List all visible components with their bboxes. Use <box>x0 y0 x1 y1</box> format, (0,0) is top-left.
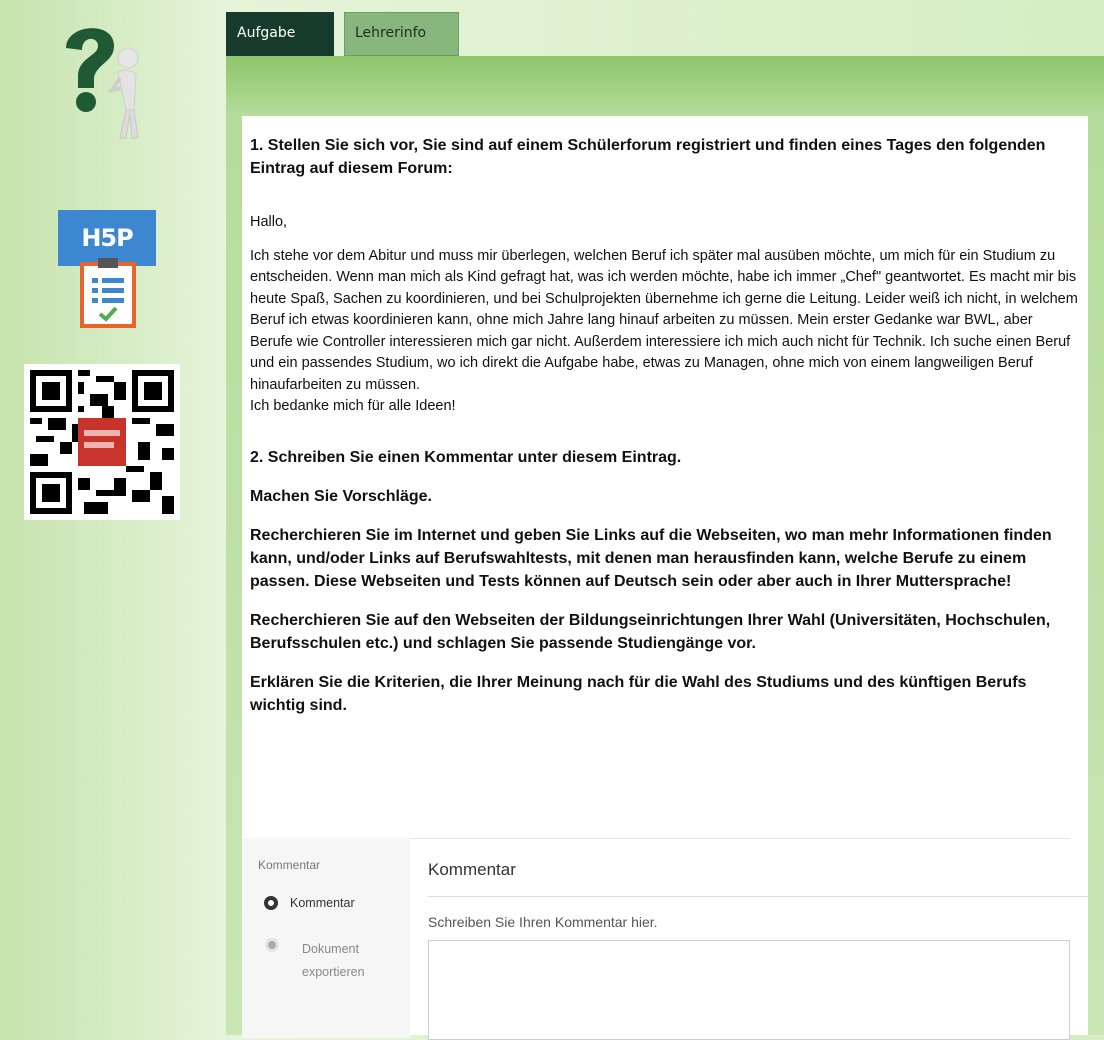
qr-code <box>24 364 180 520</box>
task-criteria: Erklären Sie die Kriterien, die Ihrer Me… <box>250 673 1027 714</box>
question-figure-icon <box>56 18 156 144</box>
comment-textarea[interactable] <box>428 940 1070 1040</box>
comment-widget: Kommentar Kommentar Dokument exportieren… <box>242 838 1088 1040</box>
comment-divider <box>428 896 1088 897</box>
task-heading-2: 2. Schreiben Sie einen Kommentar unter d… <box>250 448 682 466</box>
post-greeting: Hallo, <box>250 214 288 230</box>
steps-label: Kommentar <box>258 858 321 872</box>
step-active-indicator-icon <box>264 896 278 910</box>
step-inactive-indicator-icon <box>268 941 276 949</box>
left-rail: H5P <box>0 0 212 1035</box>
task-card: 1. Stellen Sie sich vor, Sie sind auf ei… <box>242 116 1088 1040</box>
content-panel: 1. Stellen Sie sich vor, Sie sind auf ei… <box>226 56 1104 1040</box>
post-thanks: Ich bedanke mich für alle Ideen! <box>250 398 456 414</box>
comment-heading: Kommentar <box>428 860 516 879</box>
step-kommentar-label: Kommentar <box>290 896 355 910</box>
tab-lehrerinfo[interactable]: Lehrerinfo <box>344 12 459 56</box>
comment-steps: Kommentar Kommentar Dokument exportieren <box>242 838 410 1038</box>
clipboard-icon <box>80 258 136 328</box>
task-heading-1: 1. Stellen Sie sich vor, Sie sind auf ei… <box>250 137 1046 177</box>
task-suggest: Machen Sie Vorschläge. <box>250 487 432 505</box>
step-export-label: Dokument exportieren <box>302 942 365 979</box>
h5p-logo: H5P <box>58 210 156 328</box>
post-body: Ich stehe vor dem Abitur und muss mir üb… <box>250 247 1078 393</box>
comment-editor: Kommentar Schreiben Sie Ihren Kommentar … <box>420 838 1088 1040</box>
task-research-links: Recherchieren Sie im Internet und geben … <box>250 526 1052 590</box>
task-research-schools: Recherchieren Sie auf den Webseiten der … <box>250 611 1051 652</box>
tab-aufgabe[interactable]: Aufgabe <box>226 12 334 56</box>
comment-hint: Schreiben Sie Ihren Kommentar hier. <box>428 914 658 930</box>
